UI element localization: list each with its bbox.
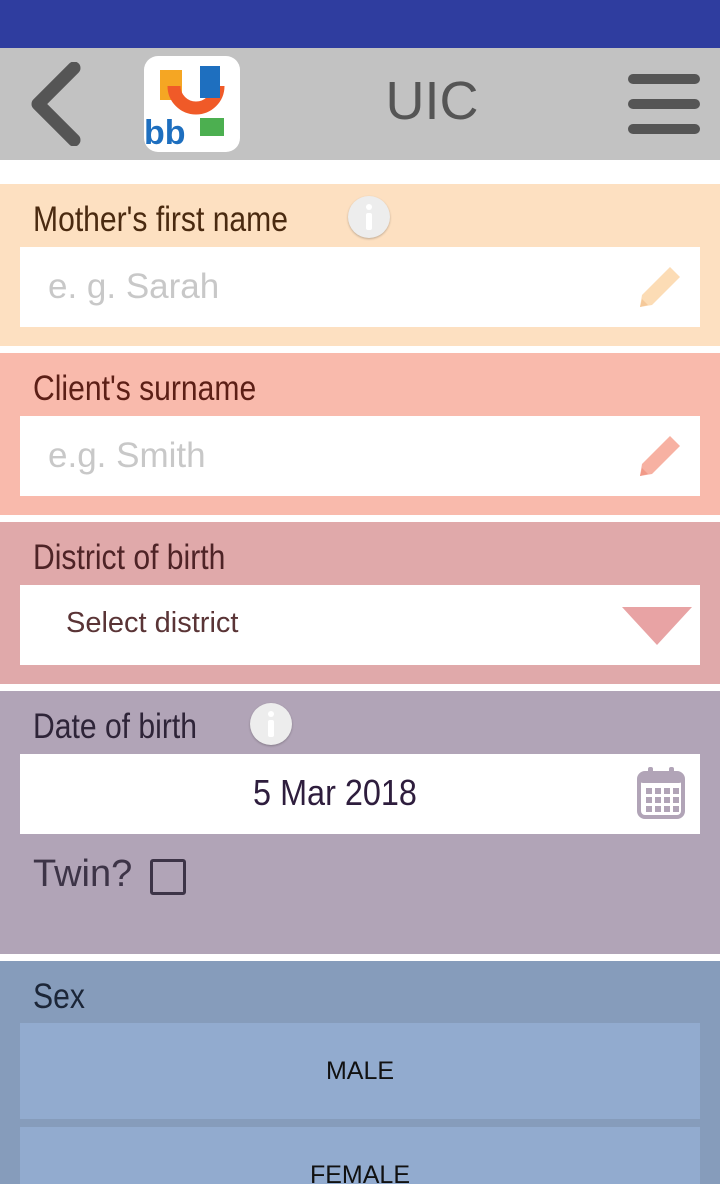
sex-section: Sex MALE FEMALE: [0, 961, 720, 1184]
district-of-birth-section: District of birth Select district: [0, 522, 720, 684]
date-of-birth-field[interactable]: 5 Mar 2018: [20, 754, 700, 834]
district-select-value: Select district: [66, 607, 239, 639]
status-bar: [0, 0, 720, 48]
date-of-birth-label: Date of birth: [33, 707, 197, 746]
hamburger-menu-icon: [628, 74, 700, 84]
page-title: UIC: [385, 71, 479, 131]
sex-label: Sex: [33, 977, 85, 1016]
app-bar: bb UIC: [0, 48, 720, 160]
back-button[interactable]: [22, 61, 92, 147]
logo-text: bb: [144, 114, 186, 152]
male-button[interactable]: MALE: [20, 1023, 700, 1119]
district-of-birth-label: District of birth: [33, 538, 226, 577]
twin-label: Twin?: [33, 853, 133, 895]
triangle-down-icon: [622, 607, 692, 645]
calendar-icon[interactable]: [636, 766, 686, 820]
mother-first-name-section: Mother's first name: [0, 184, 720, 346]
info-icon[interactable]: [348, 196, 390, 238]
date-of-birth-section: Date of birth 5 Mar 2018 Twin?: [0, 691, 720, 954]
client-surname-input[interactable]: [48, 416, 628, 496]
app-logo: bb: [144, 56, 240, 152]
client-surname-section: Client's surname: [0, 353, 720, 515]
mother-first-name-label: Mother's first name: [33, 200, 288, 239]
back-arrow-icon: [31, 61, 81, 147]
district-select[interactable]: Select district: [20, 585, 700, 665]
mother-first-name-input[interactable]: [48, 247, 628, 327]
female-button[interactable]: FEMALE: [20, 1127, 700, 1184]
twin-checkbox[interactable]: [150, 859, 186, 895]
info-icon[interactable]: [250, 703, 292, 745]
client-surname-label: Client's surname: [33, 369, 257, 408]
pencil-icon: [640, 436, 680, 476]
client-surname-field[interactable]: [20, 416, 700, 496]
pencil-icon: [640, 267, 680, 307]
menu-button[interactable]: [626, 72, 702, 136]
date-of-birth-value: 5 Mar 2018: [253, 772, 417, 813]
mother-first-name-field[interactable]: [20, 247, 700, 327]
